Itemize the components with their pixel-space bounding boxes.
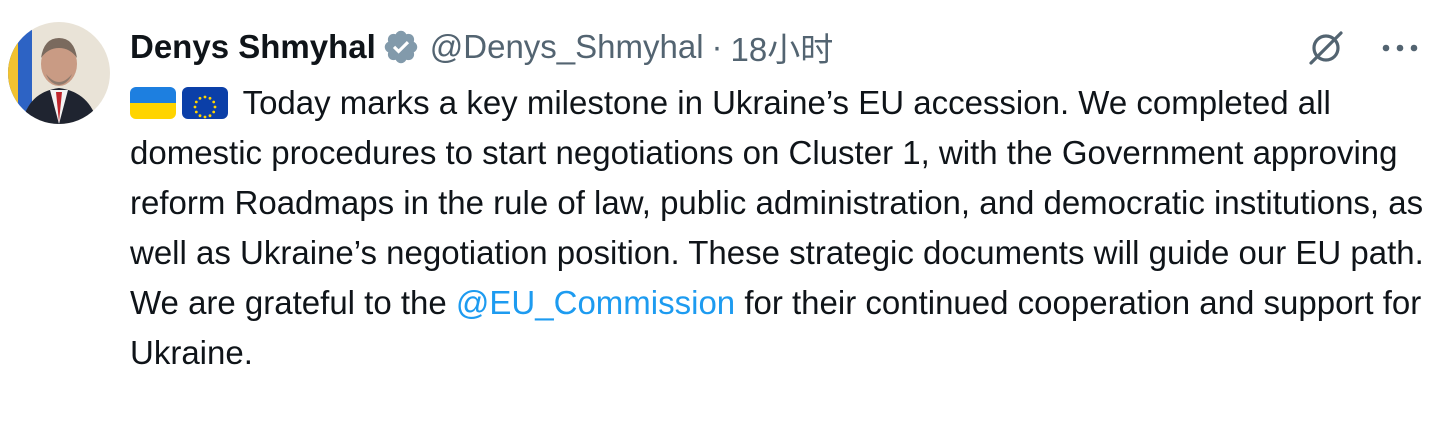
tweet-actions xyxy=(1304,28,1422,68)
grok-icon[interactable] xyxy=(1304,28,1348,68)
timestamp[interactable]: 18小时 xyxy=(731,23,834,71)
tweet-header: Denys Shmyhal @Denys_Shmyhal · 18小时 xyxy=(130,22,833,72)
eu-flag-icon xyxy=(182,87,228,119)
tweet-text: Today marks a key milestone in Ukraine’s… xyxy=(130,78,1425,378)
separator-dot: · xyxy=(711,28,723,65)
more-icon[interactable] xyxy=(1378,28,1422,68)
avatar[interactable] xyxy=(8,22,110,124)
author-handle[interactable]: @Denys_Shmyhal xyxy=(430,28,704,66)
ukraine-flag-icon xyxy=(130,87,176,119)
mention-link[interactable]: @EU_Commission xyxy=(456,284,735,321)
verified-badge-icon[interactable] xyxy=(382,28,420,66)
author-name[interactable]: Denys Shmyhal xyxy=(130,28,376,66)
